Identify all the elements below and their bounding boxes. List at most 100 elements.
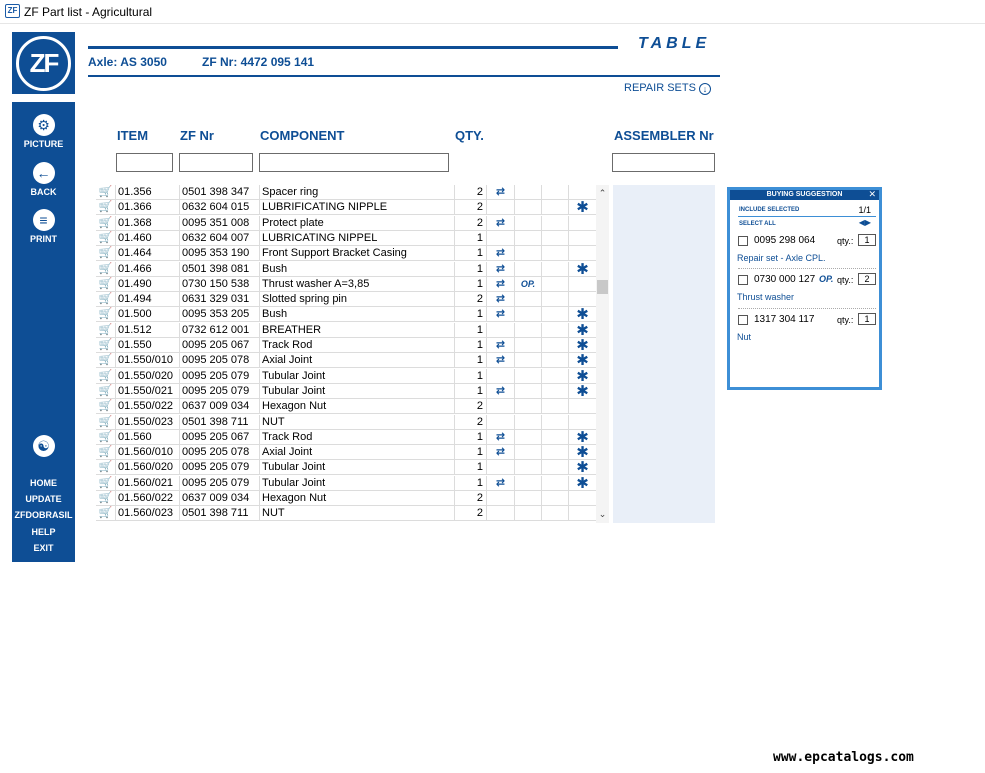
exploded-view-icon[interactable] <box>487 230 515 246</box>
qty-input[interactable]: 1 <box>858 234 876 246</box>
add-to-cart-icon[interactable]: 🛒 <box>96 506 116 522</box>
table-row[interactable]: 🛒 01.466 0501 398 081 Bush 1 ⇄ ✱ <box>96 261 596 277</box>
include-selected-link[interactable]: INCLUDE SELECTED <box>739 207 799 213</box>
table-row[interactable]: 🛒 01.560/020 0095 205 079 Tubular Joint 1 ✱ <box>96 460 596 476</box>
select-all-link[interactable]: SELECT ALL <box>739 221 776 227</box>
table-row[interactable]: 🛒 01.550/021 0095 205 079 Tubular Joint 1 ⇄ ✱ <box>96 383 596 399</box>
add-to-cart-icon[interactable]: 🛒 <box>96 246 116 262</box>
scroll-thumb[interactable] <box>597 280 608 294</box>
exploded-view-icon[interactable]: ⇄ <box>487 429 515 445</box>
note-star-icon[interactable] <box>569 506 596 521</box>
table-row[interactable]: 🛒 01.550/023 0501 398 711 NUT 2 <box>96 414 596 430</box>
note-star-icon[interactable] <box>569 185 596 200</box>
scroll-up-icon[interactable]: ⌃ <box>596 187 609 200</box>
add-to-cart-icon[interactable]: 🛒 <box>96 322 116 338</box>
add-to-cart-icon[interactable]: 🛒 <box>96 414 116 430</box>
add-to-cart-icon[interactable]: 🛒 <box>96 338 116 353</box>
add-to-cart-icon[interactable]: 🛒 <box>96 368 116 384</box>
add-to-cart-icon[interactable]: 🛒 <box>96 445 116 461</box>
item-checkbox[interactable] <box>738 236 748 246</box>
back-button[interactable]: ← BACK <box>12 162 75 197</box>
item-filter-input[interactable] <box>116 153 173 172</box>
assembler-nr-filter-input[interactable] <box>612 153 715 172</box>
note-star-icon[interactable]: ✱ <box>569 323 596 338</box>
note-star-icon[interactable]: ✱ <box>569 384 596 399</box>
item-checkbox[interactable] <box>738 315 748 325</box>
help-link[interactable]: HELP <box>12 527 75 537</box>
table-row[interactable]: 🛒 01.550/022 0637 009 034 Hexagon Nut 2 <box>96 399 596 415</box>
update-link[interactable]: UPDATE <box>12 494 75 504</box>
exploded-view-icon[interactable] <box>487 399 515 415</box>
table-row[interactable]: 🛒 01.490 0730 150 538 Thrust washer A=3,85 1… <box>96 276 596 292</box>
add-to-cart-icon[interactable]: 🛒 <box>96 307 116 323</box>
exploded-view-icon[interactable] <box>487 506 515 522</box>
table-row[interactable]: 🛒 01.560/010 0095 205 078 Axial Joint 1 ⇄ ✱ <box>96 445 596 461</box>
exploded-view-icon[interactable]: ⇄ <box>487 215 515 231</box>
exploded-view-icon[interactable]: ⇄ <box>487 246 515 262</box>
table-row[interactable]: 🛒 01.512 0732 612 001 BREATHER 1 ✱ <box>96 322 596 338</box>
repair-sets-link[interactable]: REPAIR SETS ↓ <box>624 82 711 95</box>
component-filter-input[interactable] <box>259 153 449 172</box>
note-star-icon[interactable] <box>569 277 596 292</box>
close-icon[interactable]: ✕ <box>868 189 876 199</box>
note-star-icon[interactable]: ✱ <box>569 476 596 491</box>
qty-input[interactable]: 1 <box>858 313 876 325</box>
print-button[interactable]: ≡ PRINT <box>12 209 75 244</box>
add-to-cart-icon[interactable]: 🛒 <box>96 429 116 445</box>
table-row[interactable]: 🛒 01.560/023 0501 398 711 NUT 2 <box>96 506 596 522</box>
add-to-cart-icon[interactable]: 🛒 <box>96 200 116 216</box>
add-to-cart-icon[interactable]: 🛒 <box>96 383 116 399</box>
table-row[interactable]: 🛒 01.494 0631 329 031 Slotted spring pin 2 ⇄ <box>96 292 596 308</box>
exploded-view-icon[interactable] <box>487 414 515 430</box>
zfdobrasil-link[interactable]: ZFDOBRASIL <box>12 510 75 520</box>
add-to-cart-icon[interactable]: 🛒 <box>96 353 116 369</box>
note-star-icon[interactable]: ✱ <box>569 445 596 460</box>
add-to-cart-icon[interactable]: 🛒 <box>96 230 116 246</box>
table-row[interactable]: 🛒 01.550 0095 205 067 Track Rod 1 ⇄ ✱ <box>96 338 596 353</box>
home-link[interactable]: HOME <box>12 478 75 488</box>
add-to-cart-icon[interactable]: 🛒 <box>96 460 116 476</box>
add-to-cart-icon[interactable]: 🛒 <box>96 261 116 277</box>
exploded-view-icon[interactable] <box>487 368 515 384</box>
table-row[interactable]: 🛒 01.550/020 0095 205 079 Tubular Joint 1 ✱ <box>96 368 596 384</box>
note-star-icon[interactable] <box>569 491 596 506</box>
exploded-view-icon[interactable]: ⇄ <box>487 338 515 353</box>
table-scrollbar[interactable]: ⌃ ⌄ <box>596 185 609 523</box>
table-row[interactable]: 🛒 01.560 0095 205 067 Track Rod 1 ⇄ ✱ <box>96 429 596 445</box>
table-row[interactable]: 🛒 01.500 0095 353 205 Bush 1 ⇄ ✱ <box>96 307 596 323</box>
cart-button[interactable]: ☯ <box>12 435 75 457</box>
table-row[interactable]: 🛒 01.464 0095 353 190 Front Support Bracket… <box>96 246 596 262</box>
note-star-icon[interactable] <box>569 399 596 414</box>
exploded-view-icon[interactable]: ⇄ <box>487 276 515 292</box>
note-star-icon[interactable] <box>569 415 596 430</box>
table-row[interactable]: 🛒 01.460 0632 604 007 LUBRICATING NIPPEL 1 <box>96 230 596 246</box>
scroll-down-icon[interactable]: ⌄ <box>596 508 609 521</box>
note-star-icon[interactable] <box>569 292 596 307</box>
add-to-cart-icon[interactable]: 🛒 <box>96 491 116 506</box>
add-to-cart-icon[interactable]: 🛒 <box>96 276 116 292</box>
table-row[interactable]: 🛒 01.366 0632 604 015 LUBRIFICATING NIPPLE 2… <box>96 200 596 216</box>
exploded-view-icon[interactable]: ⇄ <box>487 445 515 461</box>
page-arrows-icon[interactable]: ◀▶ <box>859 218 871 227</box>
add-to-cart-icon[interactable]: 🛒 <box>96 292 116 308</box>
exploded-view-icon[interactable]: ⇄ <box>487 353 515 369</box>
note-star-icon[interactable]: ✱ <box>569 369 596 384</box>
note-star-icon[interactable] <box>569 216 596 231</box>
table-row[interactable]: 🛒 01.560/022 0637 009 034 Hexagon Nut 2 <box>96 491 596 506</box>
note-star-icon[interactable]: ✱ <box>569 307 596 322</box>
exit-link[interactable]: EXIT <box>12 543 75 553</box>
note-star-icon[interactable]: ✱ <box>569 460 596 475</box>
table-row[interactable]: 🛒 01.550/010 0095 205 078 Axial Joint 1 ⇄ ✱ <box>96 353 596 369</box>
exploded-view-icon[interactable]: ⇄ <box>487 383 515 399</box>
exploded-view-icon[interactable] <box>487 200 515 216</box>
note-star-icon[interactable]: ✱ <box>569 262 596 277</box>
note-star-icon[interactable]: ✱ <box>569 200 596 215</box>
note-star-icon[interactable] <box>569 246 596 261</box>
exploded-view-icon[interactable] <box>487 491 515 506</box>
exploded-view-icon[interactable]: ⇄ <box>487 261 515 277</box>
qty-input[interactable]: 2 <box>858 273 876 285</box>
item-checkbox[interactable] <box>738 275 748 285</box>
exploded-view-icon[interactable]: ⇄ <box>487 475 515 491</box>
add-to-cart-icon[interactable]: 🛒 <box>96 215 116 231</box>
exploded-view-icon[interactable]: ⇄ <box>487 292 515 308</box>
